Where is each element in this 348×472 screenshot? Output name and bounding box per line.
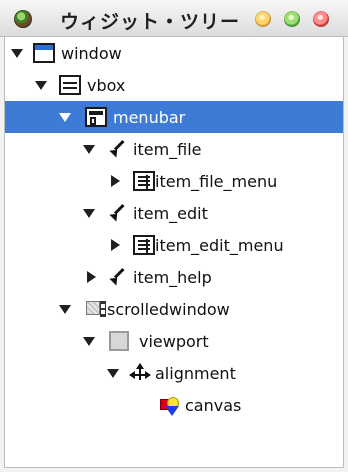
viewport-icon	[109, 331, 129, 351]
expander-down-icon[interactable]	[83, 209, 95, 218]
vbox-icon	[59, 75, 81, 95]
menu-item-icon	[109, 139, 131, 159]
tree-row-label: canvas	[185, 396, 242, 415]
alignment-arrow-up-icon	[136, 363, 144, 369]
tree-row-item-help[interactable]: item_help	[5, 261, 343, 293]
window-title: ウィジット・ツリー	[60, 11, 241, 33]
alignment-icon	[129, 363, 151, 383]
menu-icon	[133, 171, 155, 191]
tree-view[interactable]: window vbox menubar item_file item_file_…	[4, 36, 344, 468]
app-icon	[14, 10, 32, 28]
expander-down-icon[interactable]	[11, 49, 23, 58]
tree-row-item-edit-menu[interactable]: item_edit_menu	[5, 229, 343, 261]
tree-row-label: vbox	[87, 76, 126, 95]
menu-item-icon	[109, 203, 131, 223]
expander-right-icon[interactable]	[111, 175, 120, 187]
minimize-button[interactable]	[255, 11, 271, 27]
tree-row-label: scrolledwindow	[107, 300, 230, 319]
tree-row-label: alignment	[155, 364, 236, 383]
expander-down-icon[interactable]	[107, 369, 119, 378]
tree-row-label: item_edit	[133, 204, 208, 223]
maximize-button[interactable]	[284, 11, 300, 27]
tree-row-viewport[interactable]: viewport	[5, 325, 343, 357]
tree-row-canvas[interactable]: canvas	[5, 389, 343, 421]
canvas-icon	[159, 395, 181, 416]
tree-row-vbox[interactable]: vbox	[5, 69, 343, 101]
tree-row-window[interactable]: window	[5, 37, 343, 69]
menu-item-icon	[109, 267, 131, 287]
expander-down-icon[interactable]	[35, 81, 47, 90]
tree-row-scrolledwindow[interactable]: scrolledwindow	[5, 293, 343, 325]
tree-row-label: viewport	[139, 332, 209, 351]
menu-icon	[133, 235, 155, 255]
expander-right-icon[interactable]	[111, 239, 120, 251]
tree-row-label: item_help	[133, 268, 212, 287]
menubar-icon	[85, 107, 107, 127]
expander-down-icon[interactable]	[83, 145, 95, 154]
titlebar[interactable]: ウィジット・ツリー	[0, 0, 348, 37]
close-button[interactable]	[313, 11, 329, 27]
expander-down-icon[interactable]	[59, 113, 71, 122]
tree-row-item-file[interactable]: item_file	[5, 133, 343, 165]
tree-row-item-edit[interactable]: item_edit	[5, 197, 343, 229]
widget-tree-window: ウィジット・ツリー window vbox menubar item_file	[0, 0, 348, 472]
alignment-arrow-left-icon	[129, 371, 135, 379]
expander-right-icon[interactable]	[87, 271, 96, 283]
tree-row-label: item_edit_menu	[155, 236, 284, 255]
tree-row-label: window	[61, 44, 122, 63]
expander-down-icon[interactable]	[59, 305, 71, 314]
tree-row-label: item_file	[133, 140, 202, 159]
tree-row-label: menubar	[113, 108, 186, 127]
window-icon	[33, 43, 55, 63]
canvas-blue-shape-icon	[165, 406, 179, 416]
scrolled-window-icon	[85, 299, 107, 319]
tree-row-alignment[interactable]: alignment	[5, 357, 343, 389]
tree-row-item-file-menu[interactable]: item_file_menu	[5, 165, 343, 197]
expander-down-icon[interactable]	[83, 337, 95, 346]
alignment-arrow-right-icon	[145, 371, 151, 379]
tree-row-label: item_file_menu	[155, 172, 278, 191]
tree-row-menubar[interactable]: menubar	[5, 101, 343, 133]
